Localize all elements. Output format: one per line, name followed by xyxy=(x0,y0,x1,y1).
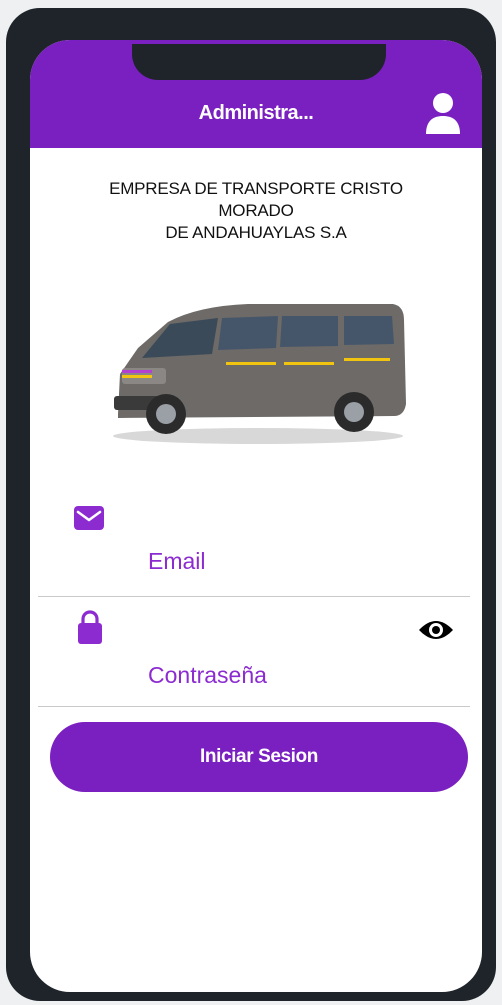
eye-icon[interactable] xyxy=(418,618,454,642)
password-underline xyxy=(38,706,470,707)
app-title: Administra... xyxy=(198,102,314,124)
app-screen: Administra... EMPRESA DE TRANSPORTE CRIS… xyxy=(30,40,482,992)
email-field[interactable]: Email xyxy=(148,548,206,575)
user-icon[interactable] xyxy=(424,92,462,134)
company-line-2: MORADO xyxy=(218,201,294,220)
email-underline xyxy=(38,596,470,597)
login-button[interactable]: Iniciar Sesion xyxy=(50,722,468,792)
van-image xyxy=(113,304,406,444)
lock-icon xyxy=(78,610,102,644)
envelope-icon xyxy=(74,506,104,530)
company-line-1: EMPRESA DE TRANSPORTE CRISTO xyxy=(109,179,403,198)
password-field[interactable]: Contraseña xyxy=(148,662,267,689)
company-line-3: DE ANDAHUAYLAS S.A xyxy=(165,223,347,242)
company-name: EMPRESA DE TRANSPORTE CRISTO MORADO DE A… xyxy=(30,178,482,244)
phone-notch xyxy=(132,44,386,80)
